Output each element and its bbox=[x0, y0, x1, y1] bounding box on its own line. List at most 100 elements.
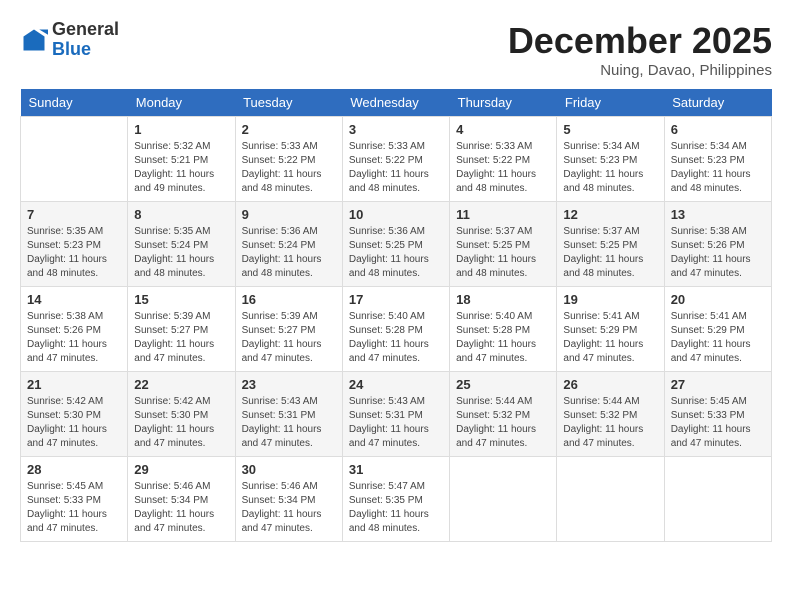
day-number: 6 bbox=[671, 122, 765, 137]
day-info: Sunrise: 5:33 AM Sunset: 5:22 PM Dayligh… bbox=[242, 140, 336, 196]
calendar-week-5: 28 Sunrise: 5:45 AM Sunset: 5:33 PM Dayli… bbox=[21, 457, 772, 542]
day-number: 17 bbox=[349, 292, 443, 307]
day-number: 7 bbox=[27, 207, 121, 222]
calendar-header-row: SundayMondayTuesdayWednesdayThursdayFrid… bbox=[21, 89, 772, 117]
calendar-cell: 16Sunrise: 5:39 AM Sunset: 5:27 PM Dayli… bbox=[235, 287, 342, 372]
calendar-cell: 10Sunrise: 5:36 AM Sunset: 5:25 PM Dayli… bbox=[342, 202, 449, 287]
calendar-cell: 21 Sunrise: 5:42 AM Sunset: 5:30 PM Dayli… bbox=[21, 372, 128, 457]
calendar-cell: 25Sunrise: 5:44 AM Sunset: 5:32 PM Dayli… bbox=[450, 372, 557, 457]
calendar-cell: 4Sunrise: 5:33 AM Sunset: 5:22 PM Daylig… bbox=[450, 117, 557, 202]
day-info: Sunrise: 5:45 AM Sunset: 5:33 PM Dayligh… bbox=[671, 395, 765, 451]
day-info: Sunrise: 5:45 AM Sunset: 5:33 PM Dayligh… bbox=[27, 480, 121, 536]
calendar-cell: 26Sunrise: 5:44 AM Sunset: 5:32 PM Dayli… bbox=[557, 372, 664, 457]
calendar-cell: 8Sunrise: 5:35 AM Sunset: 5:24 PM Daylig… bbox=[128, 202, 235, 287]
logo-text: General Blue bbox=[52, 20, 119, 60]
day-info: Sunrise: 5:38 AM Sunset: 5:26 PM Dayligh… bbox=[27, 310, 121, 366]
calendar-cell: 30 Sunrise: 5:46 AM Sunset: 5:34 PM Dayli… bbox=[235, 457, 342, 542]
calendar-cell: 13Sunrise: 5:38 AM Sunset: 5:26 PM Dayli… bbox=[664, 202, 771, 287]
day-number: 27 bbox=[671, 377, 765, 392]
calendar-cell: 5Sunrise: 5:34 AM Sunset: 5:23 PM Daylig… bbox=[557, 117, 664, 202]
day-number: 31 bbox=[349, 462, 443, 477]
calendar-header-thursday: Thursday bbox=[450, 89, 557, 117]
calendar-cell: 24 Sunrise: 5:43 AM Sunset: 5:31 PM Dayli… bbox=[342, 372, 449, 457]
day-info: Sunrise: 5:39 AM Sunset: 5:27 PM Dayligh… bbox=[134, 310, 228, 366]
day-number: 20 bbox=[671, 292, 765, 307]
logo-general: General bbox=[52, 19, 119, 39]
calendar-header-monday: Monday bbox=[128, 89, 235, 117]
day-info: Sunrise: 5:37 AM Sunset: 5:25 PM Dayligh… bbox=[456, 225, 550, 281]
day-info: Sunrise: 5:40 AM Sunset: 5:28 PM Dayligh… bbox=[456, 310, 550, 366]
calendar-header-tuesday: Tuesday bbox=[235, 89, 342, 117]
day-info: Sunrise: 5:36 AM Sunset: 5:25 PM Dayligh… bbox=[349, 225, 443, 281]
day-info: Sunrise: 5:33 AM Sunset: 5:22 PM Dayligh… bbox=[349, 140, 443, 196]
location: Nuing, Davao, Philippines bbox=[508, 62, 772, 79]
day-info: Sunrise: 5:42 AM Sunset: 5:30 PM Dayligh… bbox=[134, 395, 228, 451]
day-number: 18 bbox=[456, 292, 550, 307]
day-info: Sunrise: 5:46 AM Sunset: 5:34 PM Dayligh… bbox=[242, 480, 336, 536]
day-info: Sunrise: 5:44 AM Sunset: 5:32 PM Dayligh… bbox=[563, 395, 657, 451]
page-header: General Blue December 2025 Nuing, Davao,… bbox=[20, 20, 772, 79]
day-number: 13 bbox=[671, 207, 765, 222]
logo: General Blue bbox=[20, 20, 119, 60]
calendar-cell: 11Sunrise: 5:37 AM Sunset: 5:25 PM Dayli… bbox=[450, 202, 557, 287]
calendar-cell bbox=[450, 457, 557, 542]
calendar-cell: 7 Sunrise: 5:35 AM Sunset: 5:23 PM Daylig… bbox=[21, 202, 128, 287]
day-info: Sunrise: 5:47 AM Sunset: 5:35 PM Dayligh… bbox=[349, 480, 443, 536]
day-info: Sunrise: 5:32 AM Sunset: 5:21 PM Dayligh… bbox=[134, 140, 228, 196]
calendar-cell bbox=[664, 457, 771, 542]
calendar-header-friday: Friday bbox=[557, 89, 664, 117]
calendar-cell: 17 Sunrise: 5:40 AM Sunset: 5:28 PM Dayli… bbox=[342, 287, 449, 372]
calendar-cell: 22 Sunrise: 5:42 AM Sunset: 5:30 PM Dayli… bbox=[128, 372, 235, 457]
day-info: Sunrise: 5:37 AM Sunset: 5:25 PM Dayligh… bbox=[563, 225, 657, 281]
calendar-cell: 15 Sunrise: 5:39 AM Sunset: 5:27 PM Dayli… bbox=[128, 287, 235, 372]
day-info: Sunrise: 5:43 AM Sunset: 5:31 PM Dayligh… bbox=[349, 395, 443, 451]
day-number: 14 bbox=[27, 292, 121, 307]
day-number: 15 bbox=[134, 292, 228, 307]
day-number: 22 bbox=[134, 377, 228, 392]
day-number: 4 bbox=[456, 122, 550, 137]
day-info: Sunrise: 5:35 AM Sunset: 5:23 PM Dayligh… bbox=[27, 225, 121, 281]
calendar-week-2: 7 Sunrise: 5:35 AM Sunset: 5:23 PM Daylig… bbox=[21, 202, 772, 287]
calendar-cell: 14 Sunrise: 5:38 AM Sunset: 5:26 PM Dayli… bbox=[21, 287, 128, 372]
day-number: 24 bbox=[349, 377, 443, 392]
day-info: Sunrise: 5:36 AM Sunset: 5:24 PM Dayligh… bbox=[242, 225, 336, 281]
calendar-week-4: 21 Sunrise: 5:42 AM Sunset: 5:30 PM Dayli… bbox=[21, 372, 772, 457]
calendar-cell: 1Sunrise: 5:32 AM Sunset: 5:21 PM Daylig… bbox=[128, 117, 235, 202]
month-title: December 2025 bbox=[508, 20, 772, 62]
calendar-cell bbox=[557, 457, 664, 542]
calendar-cell: 19 Sunrise: 5:41 AM Sunset: 5:29 PM Dayli… bbox=[557, 287, 664, 372]
calendar-cell: 18 Sunrise: 5:40 AM Sunset: 5:28 PM Dayli… bbox=[450, 287, 557, 372]
day-number: 28 bbox=[27, 462, 121, 477]
logo-blue: Blue bbox=[52, 39, 91, 59]
calendar-cell bbox=[21, 117, 128, 202]
day-number: 21 bbox=[27, 377, 121, 392]
calendar-cell: 3Sunrise: 5:33 AM Sunset: 5:22 PM Daylig… bbox=[342, 117, 449, 202]
calendar-cell: 6 Sunrise: 5:34 AM Sunset: 5:23 PM Daylig… bbox=[664, 117, 771, 202]
day-number: 2 bbox=[242, 122, 336, 137]
calendar-cell: 29 Sunrise: 5:46 AM Sunset: 5:34 PM Dayli… bbox=[128, 457, 235, 542]
title-section: December 2025 Nuing, Davao, Philippines bbox=[508, 20, 772, 79]
day-info: Sunrise: 5:35 AM Sunset: 5:24 PM Dayligh… bbox=[134, 225, 228, 281]
logo-icon bbox=[20, 26, 48, 54]
calendar-table: SundayMondayTuesdayWednesdayThursdayFrid… bbox=[20, 89, 772, 542]
day-info: Sunrise: 5:46 AM Sunset: 5:34 PM Dayligh… bbox=[134, 480, 228, 536]
calendar-cell: 12Sunrise: 5:37 AM Sunset: 5:25 PM Dayli… bbox=[557, 202, 664, 287]
calendar-week-1: 1Sunrise: 5:32 AM Sunset: 5:21 PM Daylig… bbox=[21, 117, 772, 202]
calendar-cell: 2 Sunrise: 5:33 AM Sunset: 5:22 PM Daylig… bbox=[235, 117, 342, 202]
day-info: Sunrise: 5:44 AM Sunset: 5:32 PM Dayligh… bbox=[456, 395, 550, 451]
day-info: Sunrise: 5:43 AM Sunset: 5:31 PM Dayligh… bbox=[242, 395, 336, 451]
day-number: 19 bbox=[563, 292, 657, 307]
day-number: 29 bbox=[134, 462, 228, 477]
day-info: Sunrise: 5:41 AM Sunset: 5:29 PM Dayligh… bbox=[671, 310, 765, 366]
day-number: 30 bbox=[242, 462, 336, 477]
calendar-cell: 20 Sunrise: 5:41 AM Sunset: 5:29 PM Dayli… bbox=[664, 287, 771, 372]
day-info: Sunrise: 5:42 AM Sunset: 5:30 PM Dayligh… bbox=[27, 395, 121, 451]
day-info: Sunrise: 5:41 AM Sunset: 5:29 PM Dayligh… bbox=[563, 310, 657, 366]
day-info: Sunrise: 5:34 AM Sunset: 5:23 PM Dayligh… bbox=[671, 140, 765, 196]
calendar-header-saturday: Saturday bbox=[664, 89, 771, 117]
day-info: Sunrise: 5:40 AM Sunset: 5:28 PM Dayligh… bbox=[349, 310, 443, 366]
calendar-cell: 31 Sunrise: 5:47 AM Sunset: 5:35 PM Dayli… bbox=[342, 457, 449, 542]
calendar-cell: 28 Sunrise: 5:45 AM Sunset: 5:33 PM Dayli… bbox=[21, 457, 128, 542]
day-info: Sunrise: 5:39 AM Sunset: 5:27 PM Dayligh… bbox=[242, 310, 336, 366]
day-number: 5 bbox=[563, 122, 657, 137]
